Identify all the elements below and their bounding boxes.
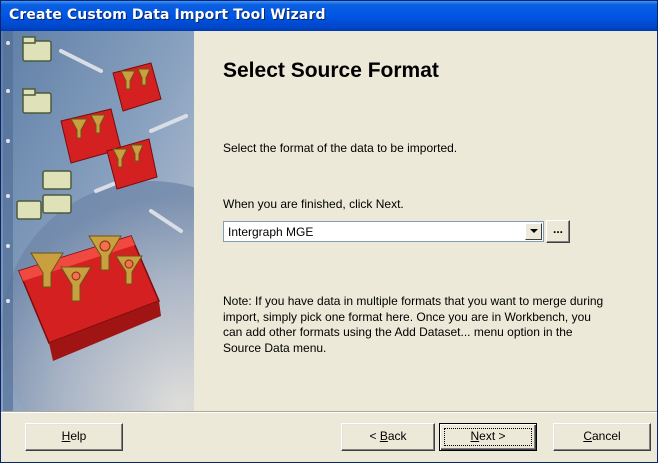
title-bar[interactable]: Create Custom Data Import Tool Wizard <box>1 1 657 31</box>
cancel-button-label: Cancel <box>583 429 620 443</box>
next-mnemonic: N <box>470 429 480 443</box>
button-divider <box>1 411 657 413</box>
cancel-rest: ancel <box>591 429 621 443</box>
back-prefix: < <box>369 429 380 443</box>
source-format-select[interactable]: Intergraph MGE <box>223 221 544 242</box>
page-heading: Select Source Format <box>223 59 439 82</box>
next-button-label: Next > <box>470 429 505 443</box>
back-button[interactable]: < Back <box>341 423 435 451</box>
wizard-window: Create Custom Data Import Tool Wizard Se… <box>0 0 658 463</box>
wizard-banner-image <box>1 31 194 411</box>
back-mnemonic: B <box>379 429 388 443</box>
help-button-label: Help <box>62 429 87 443</box>
note-text: Note: If you have data in multiple forma… <box>223 294 604 355</box>
dropdown-button[interactable] <box>525 223 542 240</box>
cancel-button[interactable]: Cancel <box>553 423 651 451</box>
instruction-text: Select the format of the data to be impo… <box>223 141 458 155</box>
chevron-down-icon <box>530 229 538 233</box>
source-format-value: Intergraph MGE <box>228 225 314 239</box>
browse-format-button[interactable]: ... <box>546 220 570 243</box>
banner-illustration <box>1 31 194 411</box>
finished-hint-text: When you are finished, click Next. <box>223 197 404 211</box>
next-button[interactable]: Next > <box>439 423 537 451</box>
cancel-mnemonic: C <box>583 429 592 443</box>
back-rest: ack <box>387 429 407 443</box>
window-title: Create Custom Data Import Tool Wizard <box>9 7 326 23</box>
help-button[interactable]: Help <box>25 423 123 451</box>
back-button-label: < Back <box>369 429 406 443</box>
wizard-content: Select Source Format Select the format o… <box>194 31 657 411</box>
next-rest: ext > <box>479 429 506 443</box>
help-rest: elp <box>70 429 87 443</box>
